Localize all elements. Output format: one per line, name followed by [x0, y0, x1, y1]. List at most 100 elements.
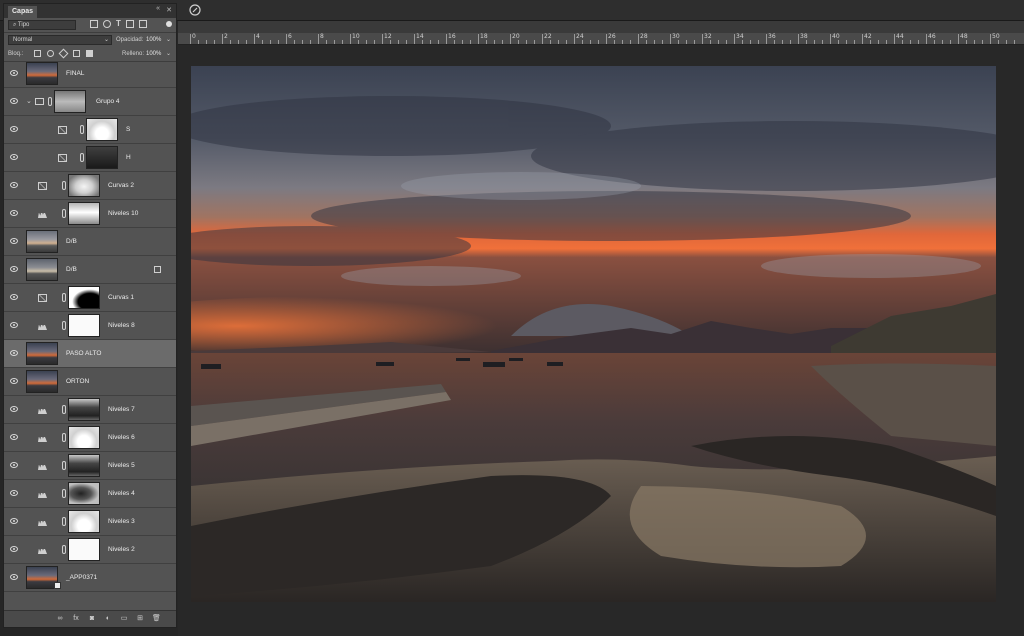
- visibility-eye-icon[interactable]: [10, 210, 18, 216]
- fill-chevron-icon[interactable]: ⌄: [166, 49, 171, 59]
- layer-mask-thumbnail[interactable]: [68, 314, 100, 337]
- layer-row[interactable]: D/B: [4, 256, 176, 284]
- chain-link-icon[interactable]: [62, 489, 66, 498]
- layer-row[interactable]: Niveles 7: [4, 396, 176, 424]
- fx-icon[interactable]: fx: [72, 615, 80, 623]
- filter-kind-select[interactable]: ⌕ Tipo: [8, 20, 76, 30]
- layer-row[interactable]: Niveles 8: [4, 312, 176, 340]
- visibility-eye-icon[interactable]: [10, 378, 18, 384]
- chain-link-icon[interactable]: [62, 433, 66, 442]
- layer-row[interactable]: Curvas 1: [4, 284, 176, 312]
- layer-thumbnail[interactable]: [26, 258, 58, 281]
- adjustment-filter-icon[interactable]: [103, 20, 111, 28]
- close-icon[interactable]: ✕: [166, 6, 172, 14]
- visibility-eye-icon[interactable]: [10, 518, 18, 524]
- visibility-eye-icon[interactable]: [10, 546, 18, 552]
- layer-row[interactable]: ⌄ Grupo 4: [4, 88, 176, 116]
- chain-link-icon[interactable]: [62, 517, 66, 526]
- lock-transparency-icon[interactable]: [34, 50, 41, 57]
- lock-all-icon[interactable]: [86, 50, 93, 57]
- chain-link-icon[interactable]: [80, 153, 84, 162]
- visibility-eye-icon[interactable]: [10, 238, 18, 244]
- layer-mask-thumbnail[interactable]: [86, 118, 118, 141]
- lock-artboard-icon[interactable]: [73, 50, 80, 57]
- layer-mask-thumbnail[interactable]: [68, 510, 100, 533]
- filter-toggle-icon[interactable]: [166, 21, 172, 27]
- chain-link-icon[interactable]: [62, 321, 66, 330]
- visibility-eye-icon[interactable]: [10, 266, 18, 272]
- layer-mask-thumbnail[interactable]: [86, 146, 118, 169]
- layer-row[interactable]: Niveles 6: [4, 424, 176, 452]
- visibility-eye-icon[interactable]: [10, 350, 18, 356]
- layer-row[interactable]: D/B: [4, 228, 176, 256]
- layer-thumbnail[interactable]: [26, 370, 58, 393]
- group-disclosure-icon[interactable]: ⌄: [26, 97, 32, 105]
- layer-thumbnail[interactable]: [26, 230, 58, 253]
- layer-row[interactable]: Niveles 2: [4, 536, 176, 564]
- chain-link-icon[interactable]: [80, 125, 84, 134]
- layer-row[interactable]: H: [4, 144, 176, 172]
- chain-link-icon[interactable]: [62, 209, 66, 218]
- layer-thumbnail[interactable]: [26, 62, 58, 85]
- layer-row[interactable]: Curvas 2: [4, 172, 176, 200]
- type-filter-icon[interactable]: T: [116, 20, 121, 30]
- blend-mode-select[interactable]: Normal: [8, 35, 112, 45]
- lock-image-icon[interactable]: [47, 50, 54, 57]
- adjustment-icon[interactable]: ◐: [104, 615, 112, 623]
- layer-row[interactable]: FINAL: [4, 60, 176, 88]
- shape-filter-icon[interactable]: [125, 20, 134, 28]
- visibility-eye-icon[interactable]: [10, 462, 18, 468]
- chain-link-icon[interactable]: [62, 545, 66, 554]
- visibility-eye-icon[interactable]: [10, 126, 18, 132]
- layer-mask-thumbnail[interactable]: [68, 286, 100, 309]
- chain-link-icon[interactable]: [62, 181, 66, 190]
- visibility-eye-icon[interactable]: [10, 574, 18, 580]
- opacity-chevron-icon[interactable]: ⌄: [166, 35, 171, 45]
- mask-icon[interactable]: ◙: [88, 615, 96, 623]
- tab-capas[interactable]: Capas: [8, 6, 38, 18]
- lock-position-icon[interactable]: [58, 48, 69, 59]
- collapse-icon[interactable]: «: [156, 5, 160, 12]
- layer-mask-thumbnail[interactable]: [68, 426, 100, 449]
- layer-mask-thumbnail[interactable]: [68, 174, 100, 197]
- visibility-eye-icon[interactable]: [10, 294, 18, 300]
- visibility-eye-icon[interactable]: [10, 406, 18, 412]
- ruler-minor-tick: [558, 40, 559, 44]
- visibility-eye-icon[interactable]: [10, 70, 18, 76]
- layer-thumbnail[interactable]: [26, 342, 58, 365]
- link-icon[interactable]: ∞: [56, 615, 64, 623]
- layer-mask-thumbnail[interactable]: [68, 202, 100, 225]
- layer-row[interactable]: Niveles 3: [4, 508, 176, 536]
- visibility-eye-icon[interactable]: [10, 434, 18, 440]
- chain-link-icon[interactable]: [62, 405, 66, 414]
- layer-row[interactable]: Niveles 4: [4, 480, 176, 508]
- layer-mask-thumbnail[interactable]: [68, 538, 100, 561]
- chain-link-icon[interactable]: [48, 97, 52, 106]
- layer-row[interactable]: ORTON: [4, 368, 176, 396]
- visibility-eye-icon[interactable]: [10, 182, 18, 188]
- layer-mask-thumbnail[interactable]: [68, 482, 100, 505]
- trash-icon[interactable]: 🗑: [152, 615, 161, 623]
- visibility-eye-icon[interactable]: [10, 98, 18, 104]
- visibility-eye-icon[interactable]: [10, 490, 18, 496]
- opacity-field[interactable]: 100%: [146, 35, 161, 45]
- smart-object-filter-icon[interactable]: [138, 20, 147, 28]
- layer-row[interactable]: PASO ALTO: [4, 340, 176, 368]
- visibility-eye-icon[interactable]: [10, 322, 18, 328]
- layer-mask-thumbnail[interactable]: [68, 454, 100, 477]
- pixel-filter-icon[interactable]: [90, 20, 98, 28]
- layer-row[interactable]: _APP0371: [4, 564, 176, 592]
- chain-link-icon[interactable]: [62, 461, 66, 470]
- canvas-area[interactable]: [178, 45, 1024, 636]
- brush-tool-icon[interactable]: [188, 3, 202, 17]
- layer-row[interactable]: Niveles 5: [4, 452, 176, 480]
- folder-icon[interactable]: ▭: [120, 615, 128, 623]
- layer-mask-thumbnail[interactable]: [68, 398, 100, 421]
- new-layer-icon[interactable]: ⊞: [136, 615, 144, 623]
- layer-row[interactable]: S: [4, 116, 176, 144]
- chain-link-icon[interactable]: [62, 293, 66, 302]
- visibility-eye-icon[interactable]: [10, 154, 18, 160]
- layer-row[interactable]: Niveles 10: [4, 200, 176, 228]
- layer-mask-thumbnail[interactable]: [54, 90, 86, 113]
- fill-field[interactable]: 100%: [146, 49, 161, 59]
